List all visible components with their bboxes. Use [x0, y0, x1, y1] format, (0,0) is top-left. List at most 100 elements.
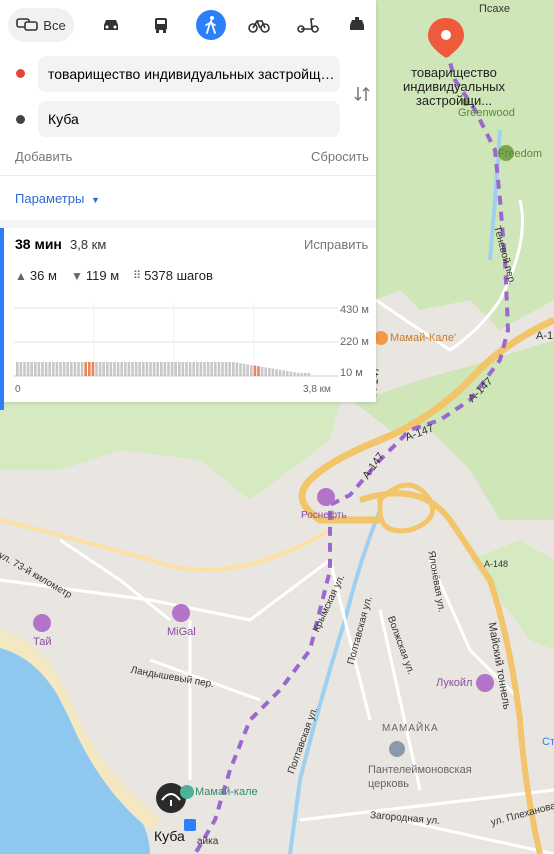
elevation-bar: [131, 362, 134, 376]
bus-stop-icon: [184, 819, 196, 831]
elevation-bar: [206, 362, 210, 376]
elevation-bar: [62, 362, 66, 376]
elevation-bar: [66, 362, 69, 376]
elevation-bar: [34, 362, 37, 376]
elevation-bar: [232, 362, 235, 376]
map-label-tay: Тай: [33, 636, 52, 648]
elevation-bar: [185, 362, 188, 376]
elevation-bar: [124, 362, 127, 376]
elevation-bar: [41, 362, 44, 376]
elevation-bar: [106, 362, 109, 376]
reset-button[interactable]: Сбросить: [311, 149, 369, 164]
car-directions-icon: [16, 16, 39, 35]
bus-icon[interactable]: [146, 8, 176, 42]
elevation-bar: [37, 362, 41, 376]
elevation-bar: [160, 362, 163, 376]
start-label[interactable]: Куба: [154, 828, 185, 844]
elevation-bar: [102, 362, 105, 376]
map-label-st: Ст: [542, 736, 554, 748]
elevation-bar: [170, 362, 174, 376]
rosneft-icon: [317, 488, 335, 506]
elevation-chart[interactable]: [14, 302, 338, 384]
elevation-bar: [271, 368, 275, 376]
mode-all-button[interactable]: Все: [8, 8, 74, 42]
walk-icon[interactable]: [196, 10, 226, 40]
origin-dot-icon: [16, 69, 25, 78]
car-icon[interactable]: [96, 8, 126, 42]
elevation-bar: [48, 362, 51, 376]
elevation-bar: [199, 362, 203, 376]
elevation-bar: [156, 362, 159, 376]
elevation-bar: [84, 362, 87, 376]
steps-stat: ⠿ 5378 шагов: [133, 268, 213, 283]
destination-label[interactable]: товарищество индивидуальных застройщи...: [384, 66, 524, 108]
swap-icon[interactable]: [352, 84, 372, 104]
elevation-bar: [257, 366, 260, 376]
scooter-icon[interactable]: [293, 8, 323, 42]
elevation-bar: [77, 362, 80, 376]
start-marker-icon: [156, 783, 186, 813]
elevation-bars: [16, 362, 311, 376]
elevation-bar: [134, 362, 138, 376]
elevation-bar: [268, 368, 271, 376]
map-label-mamayka: МАМАЙКА: [382, 723, 439, 734]
tay-icon: [33, 614, 51, 632]
map-label-freedom: Freedom: [498, 148, 543, 160]
elevation-bar: [95, 362, 98, 376]
elevation-bar: [44, 362, 48, 376]
taxi-icon[interactable]: [342, 8, 372, 42]
bicycle-icon[interactable]: [244, 8, 274, 42]
elevation-bar: [246, 364, 249, 376]
map-label-a148: А-148: [484, 559, 509, 569]
map-label-mamay-kale-bottom: Мамай-кале: [195, 786, 258, 798]
map-label-lukoil: Лукойл: [436, 677, 473, 689]
edit-route-button[interactable]: Исправить: [304, 237, 368, 252]
map-label-rosneft: Роснефть: [301, 510, 347, 521]
elevation-bar: [26, 362, 30, 376]
elevation-bar: [217, 362, 221, 376]
elevation-bar: [88, 362, 91, 376]
elevation-bar: [293, 372, 296, 376]
mamay-kale-icon: [374, 331, 388, 345]
elevation-bar: [174, 362, 177, 376]
route-card[interactable]: 38 мин 3,8 км Исправить ▲ 36 м ▼ 119 м ⠿…: [0, 220, 376, 410]
elevation-bar: [59, 362, 62, 376]
map-label-greenwood: Greenwood: [458, 107, 515, 119]
elevation-bar: [192, 362, 195, 376]
mamay-kale-bottom-icon: [180, 785, 194, 799]
from-field[interactable]: товарищество индивидуальных застройщиков: [38, 56, 340, 92]
elevation-bar: [275, 369, 278, 376]
elev-x-end: 3,8 км: [303, 384, 331, 395]
map-label-mamay-kale-top: Мамай-Кале': [390, 332, 457, 344]
params-label: Параметры: [15, 191, 85, 206]
elevation-bar: [260, 366, 264, 376]
map-label-church: Пантелеймоновская церковь: [368, 764, 472, 790]
steps-value: 5378 шагов: [144, 268, 213, 283]
destination-dot-icon: [16, 115, 25, 124]
elevation-bar: [16, 362, 19, 376]
elevation-bar: [142, 362, 145, 376]
elevation-bar: [98, 362, 102, 376]
elevation-bar: [210, 362, 213, 376]
elevation-bar: [116, 362, 120, 376]
route-distance: 3,8 км: [70, 237, 107, 252]
elevation-bar: [19, 362, 23, 376]
to-field[interactable]: Куба: [38, 101, 340, 137]
elevation-bar: [149, 362, 152, 376]
ascent-stat: ▲ 36 м: [15, 268, 57, 283]
elevation-bar: [203, 362, 206, 376]
elevation-bar: [300, 373, 303, 376]
elevation-bar: [221, 362, 224, 376]
elevation-bar: [242, 363, 246, 376]
elevation-bar: [167, 362, 170, 376]
elev-tick-10: 10 м: [340, 367, 363, 379]
params-dropdown[interactable]: Параметры ▼: [15, 191, 100, 206]
elevation-bar: [304, 373, 307, 376]
descent-value: 119 м: [85, 268, 120, 283]
elevation-bar: [307, 373, 311, 376]
elevation-bar: [113, 362, 116, 376]
add-waypoint-button[interactable]: Добавить: [15, 149, 72, 164]
elevation-bar: [239, 363, 242, 376]
elevation-bar: [178, 362, 181, 376]
migal-icon: [172, 604, 190, 622]
